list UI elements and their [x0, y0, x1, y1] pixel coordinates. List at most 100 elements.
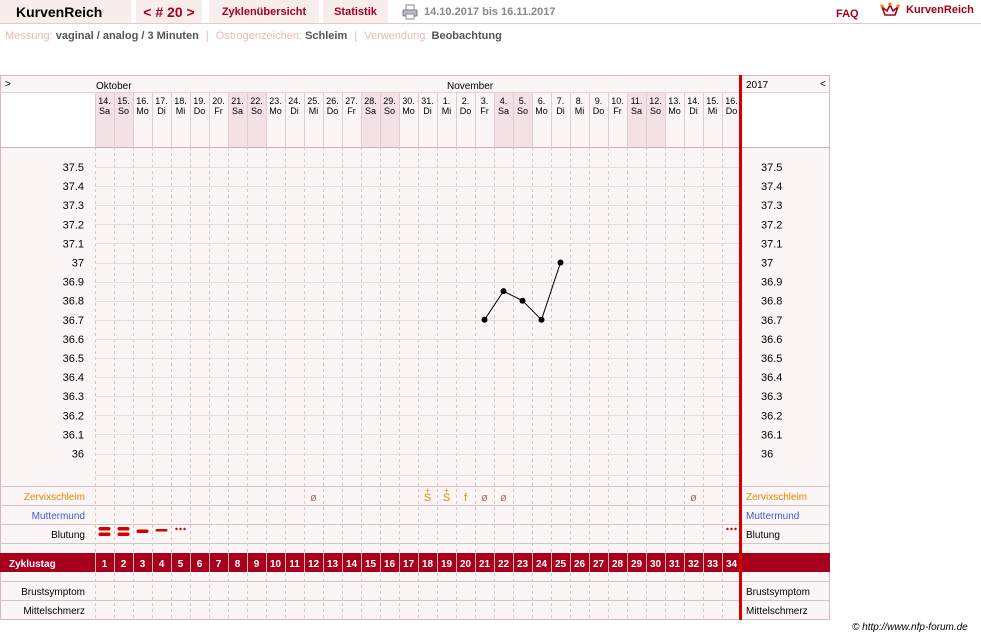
temperature-data-point	[481, 316, 488, 323]
temperature-data-point	[519, 297, 526, 304]
day-date-label: 3.	[481, 96, 489, 106]
day-weekday-label: So	[118, 106, 129, 116]
day-date-label: 23.	[269, 96, 282, 106]
bleeding-strong-mark	[117, 527, 130, 531]
day-weekday-label: So	[650, 106, 661, 116]
day-date-label: 1.	[443, 96, 451, 106]
temp-axis-label-left: 36.7	[63, 315, 84, 327]
temp-axis-label-right: 37.2	[761, 219, 782, 231]
cycle-day-number: 1	[102, 559, 108, 570]
temp-axis-label-right: 37.4	[761, 181, 782, 193]
row-label-right: Blutung	[746, 530, 780, 541]
row-label-right: Zervixschleim	[746, 492, 807, 503]
day-weekday-label: Di	[689, 106, 698, 116]
row-label-left: Mittelschmerz	[23, 606, 85, 617]
temperature-data-point	[500, 288, 507, 295]
bleeding-strong-mark	[117, 532, 130, 536]
cycle-day-number: 10	[270, 559, 282, 570]
day-date-label: 2.	[462, 96, 470, 106]
cycle-chart: > <Oktober November 201714.Sa15.So16.Mo17.D…	[0, 75, 830, 620]
temperature-data-point	[557, 259, 564, 266]
cycle-day-number: 33	[707, 559, 719, 570]
day-date-label: 15.	[706, 96, 719, 106]
cervix-symbol: ø	[481, 492, 488, 504]
day-date-label: 6.	[538, 96, 546, 106]
day-weekday-label: Mi	[575, 106, 585, 116]
day-weekday-label: Sa	[232, 106, 243, 116]
year-label: 2017	[746, 80, 769, 91]
temp-axis-label-left: 36.5	[63, 353, 84, 365]
nav-next-button[interactable]: <	[820, 79, 826, 90]
temp-axis-label-left: 36.9	[63, 277, 84, 289]
temp-axis-label-right: 36.6	[761, 334, 782, 346]
temp-axis-label-left: 37	[72, 258, 84, 270]
row-label-left: Blutung	[51, 530, 85, 541]
cycle-day-number: 14	[346, 559, 358, 570]
day-date-label: 18.	[174, 96, 187, 106]
bleeding-spotting-dot	[734, 527, 737, 531]
temp-axis-label-left: 36.1	[63, 429, 84, 441]
day-date-label: 9.	[595, 96, 603, 106]
cycle-day-number: 9	[254, 559, 260, 570]
temp-axis-label-left: 36.2	[63, 410, 84, 422]
day-date-label: 28.	[364, 96, 377, 106]
day-weekday-label: Do	[194, 106, 206, 116]
bleeding-medium-mark	[136, 529, 149, 533]
cycle-day-number: 32	[688, 559, 700, 570]
temp-axis-label-left: 36.4	[63, 372, 84, 384]
cycle-day-number: 3	[140, 559, 146, 570]
day-weekday-label: So	[517, 106, 528, 116]
day-weekday-label: Mo	[668, 106, 681, 116]
day-weekday-label: Fr	[480, 106, 489, 116]
day-date-label: 14.	[98, 96, 111, 106]
month-label: Oktober	[96, 81, 132, 92]
day-date-label: 12.	[649, 96, 662, 106]
cycle-day-number: 34	[726, 559, 738, 570]
row-label-right: Muttermund	[746, 511, 799, 522]
bleeding-spotting-dot	[726, 527, 729, 531]
day-weekday-label: Di	[157, 106, 166, 116]
temp-axis-label-left: 36.3	[63, 391, 84, 403]
temp-axis-label-right: 36.4	[761, 372, 782, 384]
bleeding-spotting-dot	[183, 527, 186, 531]
row-label-left: Muttermund	[32, 511, 85, 522]
bleeding-light-mark	[155, 529, 168, 532]
day-date-label: 26.	[326, 96, 339, 106]
temp-axis-label-left: 37.4	[63, 181, 84, 193]
header-right-panel	[743, 92, 830, 147]
cycle-day-number: 17	[403, 559, 415, 570]
temp-axis-label-right: 36.2	[761, 410, 782, 422]
day-weekday-label: Di	[290, 106, 299, 116]
bleeding-strong-mark	[98, 532, 111, 536]
day-weekday-label: Fr	[214, 106, 223, 116]
current-day-marker	[739, 75, 742, 620]
day-weekday-label: Do	[327, 106, 339, 116]
temp-axis-label-right: 36.5	[761, 353, 782, 365]
cycle-day-number: 28	[612, 559, 624, 570]
cycle-day-number: 11	[289, 559, 300, 570]
day-date-label: 10.	[611, 96, 624, 106]
day-weekday-label: Mi	[708, 106, 718, 116]
cycle-day-number: 15	[365, 559, 377, 570]
row-label-left: Zervixschleim	[24, 492, 85, 503]
day-weekday-label: Di	[423, 106, 432, 116]
temp-axis-label-left: 36.6	[63, 334, 84, 346]
cycle-day-number: 22	[498, 559, 510, 570]
cycle-day-number: 31	[669, 559, 681, 570]
day-date-label: 14.	[687, 96, 700, 106]
day-weekday-label: Di	[556, 106, 565, 116]
temp-axis-label-right: 37.1	[761, 238, 782, 250]
day-weekday-label: Mo	[402, 106, 415, 116]
nav-prev-button[interactable]: >	[5, 79, 11, 90]
row-label-left: Brustsymptom	[21, 587, 85, 598]
day-weekday-label: So	[251, 106, 262, 116]
day-date-label: 8.	[576, 96, 584, 106]
day-date-label: 5.	[519, 96, 527, 106]
cycle-day-number: 2	[121, 559, 127, 570]
cycle-day-number: 16	[384, 559, 396, 570]
day-weekday-label: Mo	[136, 106, 149, 116]
day-weekday-label: Do	[593, 106, 605, 116]
day-date-label: 20.	[212, 96, 225, 106]
day-date-label: 30.	[402, 96, 415, 106]
cervix-symbol: ø	[310, 492, 317, 504]
